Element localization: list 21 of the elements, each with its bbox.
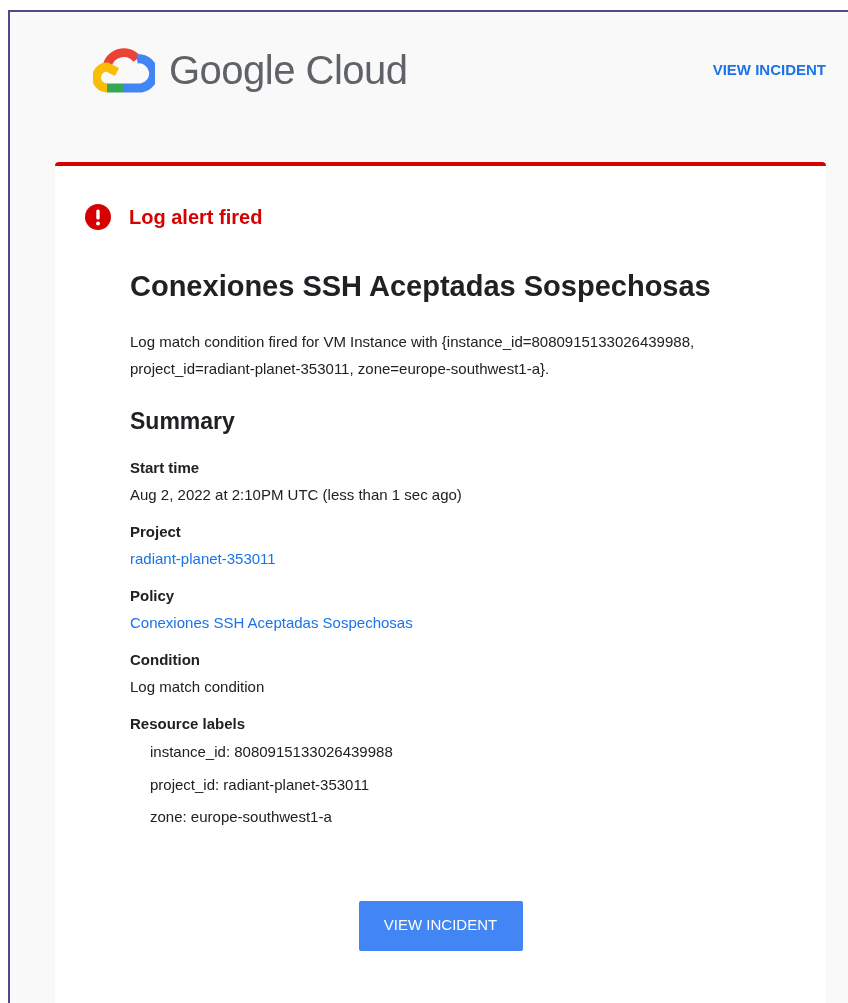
- resource-label: zone: europe-southwest1-a: [150, 807, 333, 827]
- field-label: Start time: [130, 457, 201, 478]
- view-incident-link[interactable]: VIEW INCIDENT: [712, 58, 826, 82]
- field-label: Policy: [130, 585, 176, 606]
- field-label: Resource labels: [130, 713, 247, 734]
- field-label: Project: [130, 521, 182, 542]
- field-value: Aug 2, 2022 at 2:10PM UTC (less than 1 sec ago): [130, 485, 463, 505]
- summary-heading: Summary: [130, 407, 236, 436]
- resource-label: project_id: radiant-planet-353011: [150, 774, 371, 795]
- logo-text: Google Cloud: [169, 47, 408, 94]
- field-label: Condition: [130, 649, 201, 670]
- field-link[interactable]: Conexiones SSH Aceptadas Sospechosas: [130, 612, 413, 635]
- alert-status: Log alert fired: [129, 205, 263, 230]
- alert-title: Conexiones SSH Aceptadas Sospechosas: [130, 269, 712, 304]
- field-link[interactable]: radiant-planet-353011: [130, 548, 276, 571]
- view-incident-button[interactable]: VIEW INCIDENT: [358, 900, 523, 951]
- field-value: Log match condition: [130, 677, 266, 697]
- alert-icon: [85, 204, 111, 230]
- cloud-logo-icon: [93, 45, 155, 95]
- resource-label: instance_id: 8080915133026439988: [150, 742, 394, 762]
- alert-description: Log match condition fired for VM Instance with {instance_id=8080915133026439988, project_id=radiant-planet-353011, zone=europe-southwest1-a}.: [130, 332, 696, 379]
